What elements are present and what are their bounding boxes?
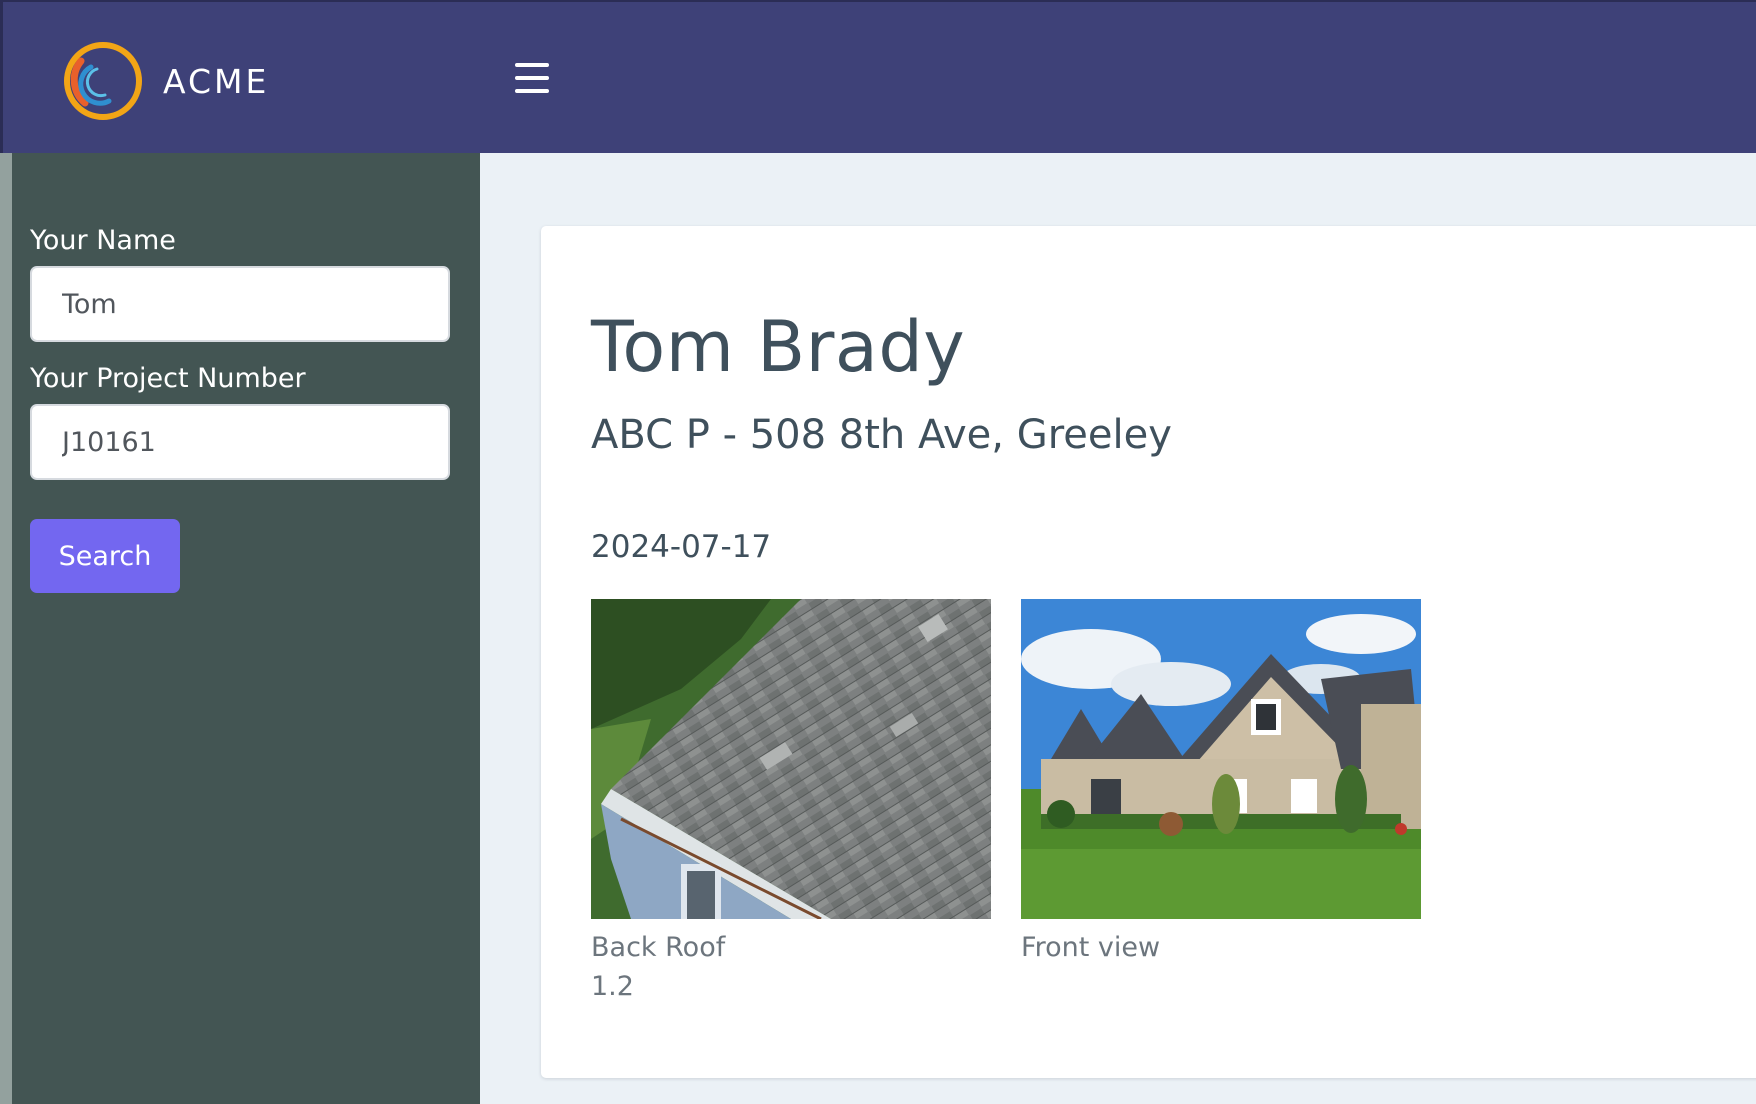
name-input[interactable] [30,266,450,342]
acme-logo-icon [64,42,142,120]
roof-shingles-photo[interactable] [591,599,991,919]
app-root: ACME Your Name Your Project Number Searc… [0,0,1756,1104]
menu-bar [515,63,549,67]
search-button[interactable]: Search [30,519,180,593]
photo-caption: Back Roof [591,932,726,963]
project-number-label: Your Project Number [30,363,306,394]
name-label: Your Name [30,225,176,256]
project-address: ABC P - 508 8th Ave, Greeley [591,412,1172,458]
top-navbar: ACME [0,0,1756,153]
photo-card[interactable]: Back Roof 1.2 [591,599,991,1002]
brand[interactable]: ACME [61,39,269,123]
house-front-photo[interactable] [1021,599,1421,919]
client-name: Tom Brady [591,306,966,388]
menu-bar [515,76,549,80]
project-number-input[interactable] [30,404,450,480]
menu-bar [515,89,549,93]
project-card: Tom Brady ABC P - 508 8th Ave, Greeley 2… [541,226,1756,1078]
brand-name: ACME [163,61,270,101]
search-sidebar: Your Name Your Project Number Search [0,153,480,1104]
photo-caption: Front view [1021,932,1161,963]
photo-card[interactable]: Front view [1021,599,1421,963]
photo-value: 1.2 [591,971,634,1002]
hamburger-menu-icon[interactable] [508,58,556,98]
visit-date: 2024-07-17 [591,529,772,565]
